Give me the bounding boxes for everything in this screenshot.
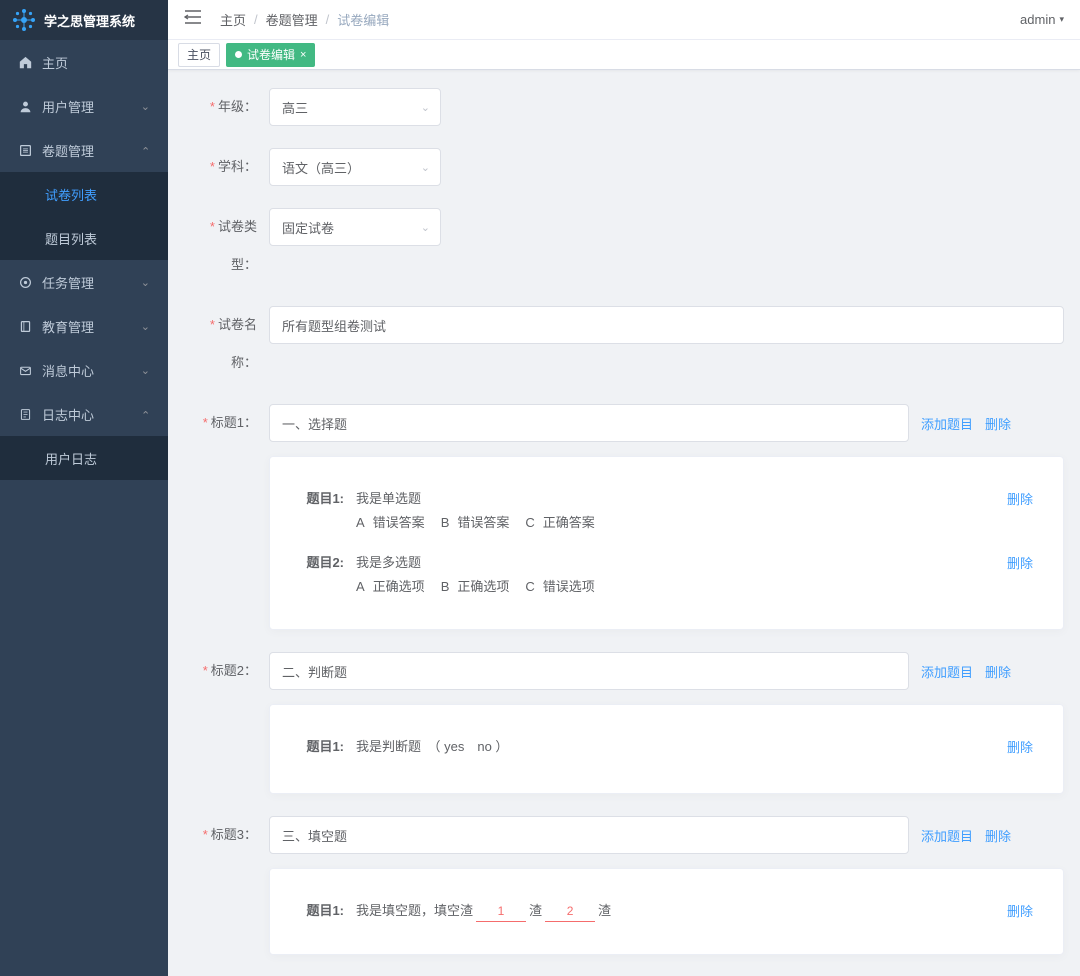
chevron-down-icon: ⌄ [421,101,430,114]
blank-slot: 2 [545,901,595,922]
question-card: 题目1:我是填空题，填空渣1渣2渣删除 [269,868,1064,955]
type-label: *试卷类型： [184,208,269,284]
user-name: admin [1020,12,1055,27]
question-body: 我是多选题A正确选项B正确选项C错误选项 [356,553,1007,597]
sidebar-item[interactable]: 教育管理 ⌄ [0,304,168,348]
sidebar-item[interactable]: 卷题管理 ⌄ [0,128,168,172]
sidebar-item[interactable]: 消息中心 ⌄ [0,348,168,392]
main-pane: 主页 / 卷题管理 / 试卷编辑 admin ▾ 主页试卷编辑× *年级： 高三 [168,0,1080,976]
section-title-input[interactable] [269,816,909,854]
section-title-label: *标题1： [184,404,269,442]
chevron-icon: ⌄ [141,100,150,113]
question-label: 题目1: [300,901,356,921]
chevron-icon: ⌄ [141,364,150,377]
sidebar-subitem[interactable]: 试卷列表 [0,172,168,216]
breadcrumb-sep-icon: / [326,12,330,27]
name-label: *试卷名称： [184,306,269,382]
chevron-icon: ⌄ [141,144,150,157]
breadcrumb-current: 试卷编辑 [337,10,389,29]
delete-question-link[interactable]: 删除 [1007,489,1033,508]
question-body: 我是填空题，填空渣1渣2渣 [356,901,1007,922]
paper-name-input[interactable] [269,306,1064,344]
question-label: 题目2: [300,553,356,573]
sidebar-item[interactable]: 主页 [0,40,168,84]
blank-slot: 1 [476,901,526,922]
sidebar-subitem[interactable]: 题目列表 [0,216,168,260]
content-area: *年级： 高三 ⌄ *学科： 语文（高三） ⌄ *试 [168,70,1080,976]
question-row: 题目1:我是判断题 （ yes no ）删除 [300,727,1033,771]
add-question-link[interactable]: 添加题目 [921,826,973,845]
sidebar-item-label: 日志中心 [42,405,94,424]
sidebar-item[interactable]: 日志中心 ⌄ [0,392,168,436]
tabs-bar: 主页 试卷编辑 × [168,40,1080,70]
breadcrumb-section[interactable]: 卷题管理 [266,10,318,29]
subject-label: *学科： [184,148,269,186]
sidebar-item[interactable]: 用户管理 ⌄ [0,84,168,128]
log-icon [18,407,32,421]
mail-icon [18,363,32,377]
logo-icon [12,8,36,32]
hamburger-icon[interactable] [184,9,202,30]
tab-label: 试卷编辑 [247,46,295,63]
sidebar-item-label: 卷题管理 [42,141,94,160]
add-question-link[interactable]: 添加题目 [921,414,973,433]
tab-label: 主页 [187,46,211,63]
type-select[interactable]: 固定试卷 ⌄ [269,208,441,246]
chevron-down-icon: ⌄ [421,221,430,234]
sidebar-item-label: 消息中心 [42,361,94,380]
subject-select[interactable]: 语文（高三） ⌄ [269,148,441,186]
question-label: 题目1: [300,489,356,509]
sidebar-subitem[interactable]: 用户日志 [0,436,168,480]
section-title-label: *标题3： [184,816,269,854]
question-label: 题目1: [300,737,356,757]
list-icon [18,143,32,157]
disc-icon [18,275,32,289]
delete-section-link[interactable]: 删除 [985,662,1011,681]
breadcrumb: 主页 / 卷题管理 / 试卷编辑 [220,10,389,29]
chevron-icon: ⌄ [141,276,150,289]
add-question-link[interactable]: 添加题目 [921,662,973,681]
delete-question-link[interactable]: 删除 [1007,737,1033,756]
section-title-label: *标题2： [184,652,269,690]
user-menu[interactable]: admin ▾ [1020,12,1064,27]
home-icon [18,55,32,69]
delete-section-link[interactable]: 删除 [985,826,1011,845]
question-body: 我是判断题 （ yes no ） [356,737,1007,761]
question-row: 题目1:我是填空题，填空渣1渣2渣删除 [300,891,1033,932]
caret-down-icon: ▾ [1059,14,1064,25]
app-name: 学之思管理系统 [44,11,135,30]
delete-question-link[interactable]: 删除 [1007,553,1033,572]
question-card: 题目1:我是判断题 （ yes no ）删除 [269,704,1064,794]
chevron-down-icon: ⌄ [421,161,430,174]
question-body: 我是单选题A错误答案B错误答案C正确答案 [356,489,1007,533]
grade-select[interactable]: 高三 ⌄ [269,88,441,126]
question-row: 题目2:我是多选题A正确选项B正确选项C错误选项删除 [300,543,1033,607]
section-title-input[interactable] [269,404,909,442]
close-icon[interactable]: × [300,49,306,61]
chevron-icon: ⌄ [141,320,150,333]
book-icon [18,319,32,333]
tab[interactable]: 试卷编辑 × [226,43,315,67]
tab[interactable]: 主页 [178,43,220,67]
topbar: 主页 / 卷题管理 / 试卷编辑 admin ▾ [168,0,1080,40]
delete-question-link[interactable]: 删除 [1007,901,1033,920]
delete-section-link[interactable]: 删除 [985,414,1011,433]
chevron-icon: ⌄ [141,408,150,421]
sidebar-item-label: 教育管理 [42,317,94,336]
active-dot-icon [235,51,242,58]
question-row: 题目1:我是单选题A错误答案B错误答案C正确答案删除 [300,479,1033,543]
question-card: 题目1:我是单选题A错误答案B错误答案C正确答案删除题目2:我是多选题A正确选项… [269,456,1064,630]
sidebar-item-label: 用户管理 [42,97,94,116]
breadcrumb-sep-icon: / [254,12,258,27]
sidebar: 学之思管理系统 主页用户管理⌄卷题管理⌄试卷列表题目列表任务管理⌄教育管理⌄消息… [0,0,168,976]
sidebar-item-label: 任务管理 [42,273,94,292]
breadcrumb-home[interactable]: 主页 [220,10,246,29]
section-title-input[interactable] [269,652,909,690]
sidebar-item-label: 主页 [42,53,68,72]
logo-bar: 学之思管理系统 [0,0,168,40]
sidebar-menu: 主页用户管理 ⌄ 卷题管理 ⌄ 试卷列表题目列表任务管理 ⌄ 教育管理 ⌄ 消息中心 ⌄ 日志中心 ⌄… [0,40,168,976]
sidebar-item[interactable]: 任务管理 ⌄ [0,260,168,304]
user-icon [18,99,32,113]
grade-label: *年级： [184,88,269,126]
